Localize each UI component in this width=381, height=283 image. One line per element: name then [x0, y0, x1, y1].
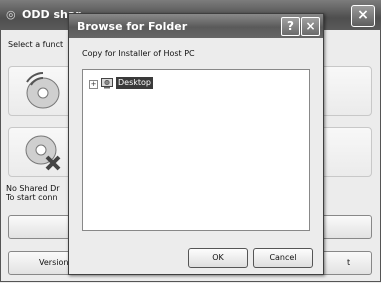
app-disc-icon: ◎ — [6, 8, 16, 21]
help-button[interactable]: ? — [281, 17, 300, 36]
ok-button[interactable]: OK — [188, 248, 248, 268]
cancel-button[interactable]: Cancel — [253, 248, 313, 268]
disc-disconnect-icon — [25, 135, 61, 171]
dialog-title-bar: Browse for Folder ? × — [69, 14, 323, 38]
back-status-line-2: To start conn — [6, 193, 58, 202]
back-status-line-1: No Shared Dr — [6, 184, 60, 193]
dialog-close-button[interactable]: × — [301, 17, 320, 36]
folder-tree[interactable]: + Desktop — [82, 69, 310, 231]
back-prompt-text: Select a funct — [8, 40, 64, 49]
desktop-icon — [101, 78, 113, 89]
back-close-button[interactable]: × — [351, 5, 375, 27]
browse-for-folder-dialog: Browse for Folder ? × Copy for Installer… — [68, 13, 324, 275]
disc-share-icon — [26, 72, 60, 109]
expand-icon[interactable]: + — [89, 80, 98, 89]
dialog-title: Browse for Folder — [77, 20, 188, 33]
dialog-description: Copy for Installer of Host PC — [82, 49, 195, 58]
version-button-tail: t — [347, 258, 351, 267]
tree-item-label: Desktop — [116, 77, 153, 89]
